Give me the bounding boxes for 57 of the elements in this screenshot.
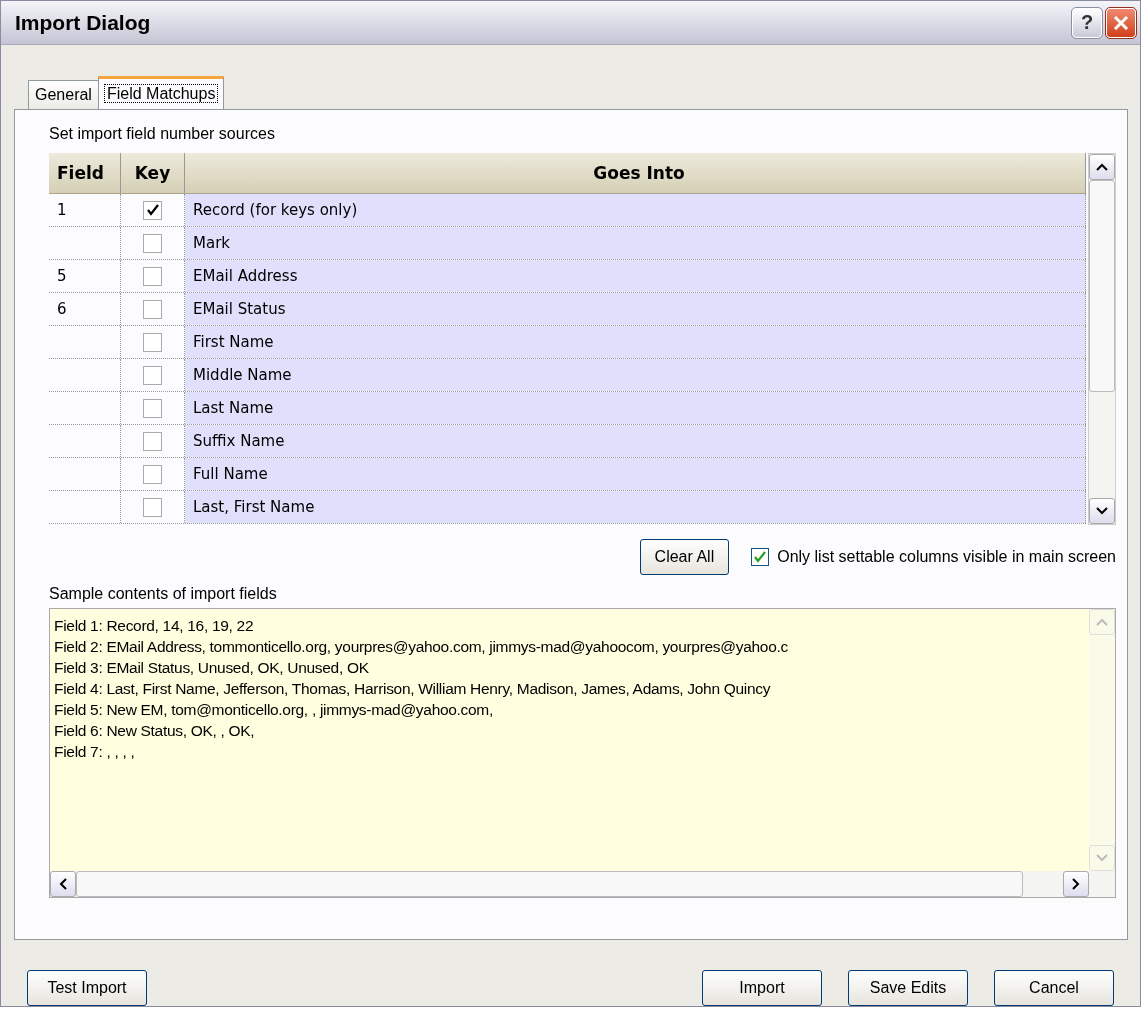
scroll-left-button[interactable] xyxy=(50,871,76,898)
sample-text-box[interactable] xyxy=(49,608,1116,899)
sample-line: Field 2: EMail Address, tommonticello.org, yourpres@yahoo.com, jimmys-mad@yahoocom, yourpres@yahoo.c xyxy=(54,637,789,658)
checkbox[interactable] xyxy=(751,548,770,567)
key-checkbox[interactable] xyxy=(143,464,162,484)
goes-into-cell: Last Name xyxy=(185,392,1086,425)
field-number-cell: 5 xyxy=(49,260,121,293)
checkbox-label: Only list settable columns visible in main screen xyxy=(777,548,1116,567)
scroll-right-button[interactable] xyxy=(1063,871,1089,898)
tab[interactable]: General xyxy=(28,80,99,110)
help-button[interactable]: ? xyxy=(1072,7,1102,38)
scroll-down-button[interactable] xyxy=(1089,498,1115,525)
check-icon xyxy=(753,550,768,565)
field-number-cell: 1 xyxy=(49,194,121,227)
close-icon xyxy=(1113,14,1129,31)
sample-line: Field 4: Last, First Name, Jefferson, Thomas, Harrison, William Henry, Madison, James, Adams, John Quincy xyxy=(54,679,772,700)
key-checkbox[interactable] xyxy=(143,266,162,286)
column-header[interactable]: Goes Into xyxy=(185,153,1086,194)
key-checkbox[interactable] xyxy=(143,497,162,517)
clear-all-button[interactable]: Clear All xyxy=(639,539,730,576)
section-caption: Set import field number sources xyxy=(49,124,276,145)
vertical-scrollbar[interactable] xyxy=(1088,153,1116,526)
save-edits-button[interactable]: Save Edits xyxy=(848,970,968,1006)
scroll-thumb[interactable] xyxy=(1089,180,1115,393)
cancel-button[interactable]: Cancel xyxy=(994,970,1114,1006)
window-title: Import Dialog xyxy=(15,10,152,35)
goes-into-cell: Middle Name xyxy=(185,359,1086,392)
tab[interactable]: Field Matchups xyxy=(97,76,225,110)
key-checkbox[interactable] xyxy=(143,200,162,220)
section-caption: Sample contents of import fields xyxy=(49,584,278,605)
goes-into-cell: EMail Address xyxy=(185,260,1086,293)
check-icon xyxy=(145,203,160,218)
key-checkbox[interactable] xyxy=(143,299,162,319)
goes-into-cell: Last, First Name xyxy=(185,491,1086,524)
sample-line: Field 6: New Status, OK, , OK, xyxy=(54,721,256,742)
goes-into-cell: First Name xyxy=(185,326,1086,359)
goes-into-cell: Mark xyxy=(185,227,1086,260)
sample-line: Field 7: , , , , xyxy=(54,742,136,763)
close-button[interactable] xyxy=(1106,7,1136,38)
key-checkbox[interactable] xyxy=(143,398,162,418)
import-button[interactable]: Import xyxy=(702,970,822,1006)
goes-into-cell: Full Name xyxy=(185,458,1086,491)
scroll-up-button[interactable] xyxy=(1089,154,1115,181)
field-number-cell: 6 xyxy=(49,293,121,326)
goes-into-cell: Record (for keys only) xyxy=(185,194,1086,227)
key-checkbox[interactable] xyxy=(143,332,162,352)
goes-into-cell: EMail Status xyxy=(185,293,1086,326)
key-checkbox[interactable] xyxy=(143,365,162,385)
test-import-button[interactable]: Test Import xyxy=(27,970,147,1006)
key-checkbox[interactable] xyxy=(143,233,162,253)
sample-line: Field 5: New EM, tom@monticello.org, , jimmys-mad@yahoo.com, xyxy=(54,700,494,721)
goes-into-cell: Suffix Name xyxy=(185,425,1086,458)
column-header[interactable]: Key xyxy=(121,153,185,194)
column-header[interactable]: Field xyxy=(49,153,121,194)
key-checkbox[interactable] xyxy=(143,431,162,451)
sample-line: Field 1: Record, 14, 16, 19, 22 xyxy=(54,616,255,637)
sample-line: Field 3: EMail Status, Unused, OK, Unused, OK xyxy=(54,658,370,679)
